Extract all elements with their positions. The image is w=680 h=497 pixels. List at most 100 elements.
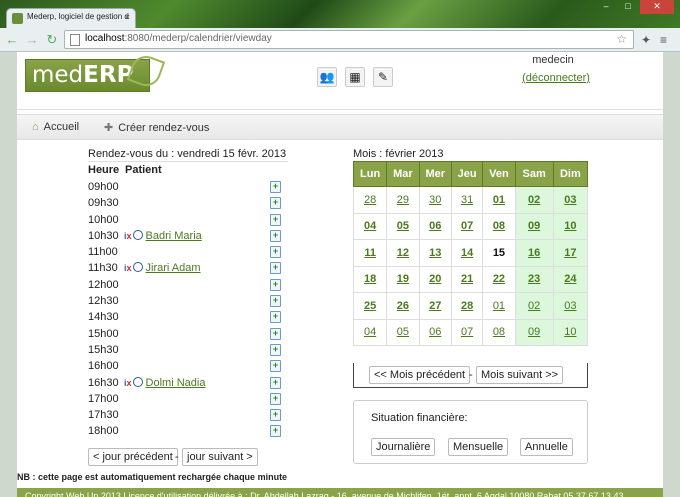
cancel-icon[interactable]: x bbox=[127, 263, 132, 273]
calendar-day-link[interactable]: 29 bbox=[397, 194, 409, 206]
calendar-day-link[interactable]: 12 bbox=[397, 247, 409, 259]
tab-close-icon[interactable]: × bbox=[125, 12, 130, 22]
calendar-day-link[interactable]: 22 bbox=[493, 273, 505, 285]
patient-link[interactable]: Jirari Adam bbox=[146, 262, 201, 274]
calendar-day-link[interactable]: 21 bbox=[461, 273, 473, 285]
yearly-report-button[interactable]: Annuelle bbox=[520, 438, 573, 456]
add-appointment-icon[interactable]: + bbox=[270, 311, 281, 324]
add-appointment-icon[interactable]: + bbox=[270, 295, 281, 308]
calendar-day-link[interactable]: 05 bbox=[397, 326, 409, 338]
calendar-day-link[interactable]: 03 bbox=[564, 300, 576, 312]
calendar-day-link[interactable]: 20 bbox=[429, 273, 441, 285]
patient-link[interactable]: Badri Maria bbox=[146, 230, 202, 242]
calendar-day-link[interactable]: 11 bbox=[364, 247, 376, 259]
calendar-day-link[interactable]: 08 bbox=[493, 220, 505, 232]
calendar-day-link[interactable]: 23 bbox=[528, 273, 540, 285]
add-appointment-icon[interactable]: + bbox=[270, 360, 281, 373]
calendar-day-link[interactable]: 16 bbox=[528, 247, 540, 259]
calendar-day-link[interactable]: 13 bbox=[429, 247, 441, 259]
add-appointment-icon[interactable]: + bbox=[270, 213, 281, 226]
menu-home[interactable]: ⌂ Accueil bbox=[32, 121, 79, 133]
cancel-icon[interactable]: x bbox=[127, 231, 132, 241]
patient-link[interactable]: Dolmi Nadia bbox=[146, 377, 206, 389]
calendar-day-link[interactable]: 04 bbox=[364, 326, 376, 338]
calendar-day-link[interactable]: 28 bbox=[461, 300, 473, 312]
previous-day-button[interactable]: < jour précédent bbox=[88, 448, 178, 466]
calendar-day-link[interactable]: 19 bbox=[397, 273, 409, 285]
forward-icon[interactable]: → bbox=[24, 32, 40, 48]
monthly-report-button[interactable]: Mensuelle bbox=[448, 438, 509, 456]
calendar-day-link[interactable]: 26 bbox=[397, 300, 409, 312]
add-appointment-icon[interactable]: + bbox=[270, 376, 281, 389]
cancel-icon[interactable]: x bbox=[127, 378, 132, 388]
calendar-day-link[interactable]: 06 bbox=[429, 220, 441, 232]
calendar-day-link[interactable]: 31 bbox=[461, 194, 473, 206]
back-icon[interactable]: ← bbox=[4, 32, 20, 48]
calendar-day: 26 bbox=[386, 292, 420, 320]
browser-menu-icon[interactable]: ≡ bbox=[660, 33, 667, 47]
calendar-day-link[interactable]: 28 bbox=[364, 194, 376, 206]
add-appointment-icon[interactable]: + bbox=[270, 262, 281, 275]
calendar-day-link[interactable]: 17 bbox=[564, 247, 576, 259]
add-appointment-icon[interactable]: + bbox=[270, 229, 281, 242]
month-title: Mois : février 2013 bbox=[353, 148, 444, 160]
slot-time: 15h00 bbox=[88, 327, 119, 340]
add-appointment-icon[interactable]: + bbox=[270, 392, 281, 405]
window-close-icon[interactable]: ✕ bbox=[640, 0, 674, 14]
extension-icon[interactable]: ✦ bbox=[641, 33, 651, 47]
add-appointment-icon[interactable]: + bbox=[270, 425, 281, 438]
calendar-day-link[interactable]: 18 bbox=[364, 273, 376, 285]
minimize-icon[interactable]: – bbox=[596, 0, 616, 14]
calendar-day-link[interactable]: 14 bbox=[461, 247, 473, 259]
next-month-button[interactable]: Mois suivant >> bbox=[476, 366, 564, 384]
calendar-day-link[interactable]: 24 bbox=[564, 273, 576, 285]
calendar-day-link[interactable]: 06 bbox=[429, 326, 441, 338]
add-appointment-icon[interactable]: + bbox=[270, 181, 281, 193]
calendar-day: 03 bbox=[552, 292, 589, 320]
footer: Copyright Web Up 2013 Licence d'utilisat… bbox=[17, 488, 663, 497]
calendar-day-link[interactable]: 03 bbox=[564, 194, 576, 206]
add-appointment-icon[interactable]: + bbox=[270, 246, 281, 259]
calendar-day-link[interactable]: 10 bbox=[564, 326, 576, 338]
next-day-button[interactable]: jour suivant > bbox=[182, 448, 258, 466]
maximize-icon[interactable]: □ bbox=[618, 0, 638, 14]
add-appointment-icon[interactable]: + bbox=[270, 409, 281, 422]
calendar-day-link[interactable]: 01 bbox=[493, 194, 505, 206]
calendar-day-link[interactable]: 05 bbox=[397, 220, 409, 232]
tools-icon[interactable]: ✎ bbox=[373, 67, 393, 87]
add-appointment-icon[interactable]: + bbox=[270, 278, 281, 291]
add-appointment-icon[interactable]: + bbox=[270, 343, 281, 356]
calendar-day-link[interactable]: 09 bbox=[528, 220, 540, 232]
calendar-day-link[interactable]: 10 bbox=[564, 220, 576, 232]
time-slot-row: 16h00 + bbox=[88, 358, 288, 374]
weekday-header: Jeu bbox=[450, 161, 484, 187]
calendar-day-link[interactable]: 08 bbox=[493, 326, 505, 338]
calendar-day-link[interactable]: 30 bbox=[429, 194, 441, 206]
add-appointment-icon[interactable]: + bbox=[270, 197, 281, 210]
menu-create-appointment[interactable]: ✚ Créer rendez-vous bbox=[104, 121, 209, 134]
calendar-day-link[interactable]: 25 bbox=[364, 300, 376, 312]
reload-icon[interactable]: ↻ bbox=[44, 32, 60, 48]
patients-icon[interactable]: 👥 bbox=[317, 67, 337, 87]
address-bar[interactable]: localhost:8080/mederp/calendrier/viewday… bbox=[64, 30, 634, 49]
daily-report-button[interactable]: Journalière bbox=[371, 438, 436, 456]
calendar-day-link[interactable]: 27 bbox=[429, 300, 441, 312]
page: medERP 👥 ▦ ✎ medecin (déconnecter) ⌂ Accu… bbox=[17, 51, 663, 497]
calendar-day-link[interactable]: 02 bbox=[528, 194, 540, 206]
calendar-day-link[interactable]: 07 bbox=[461, 326, 473, 338]
calendar-day-link[interactable]: 02 bbox=[528, 300, 540, 312]
bookmark-star-icon[interactable]: ☆ bbox=[616, 32, 627, 46]
calendar-day-link[interactable]: 09 bbox=[528, 326, 540, 338]
calendar-day: 21 bbox=[450, 265, 484, 293]
calendar-nav: << Mois précédent - Mois suivant >> bbox=[353, 363, 588, 388]
calendar-day-link[interactable]: 07 bbox=[461, 220, 473, 232]
previous-month-button[interactable]: << Mois précédent bbox=[369, 366, 471, 384]
calendar-day-link[interactable]: 01 bbox=[493, 300, 505, 312]
add-appointment-icon[interactable]: + bbox=[270, 327, 281, 340]
calendar-icon[interactable]: ▦ bbox=[345, 67, 365, 87]
menu-home-label: Accueil bbox=[43, 121, 80, 133]
time-slot-row: 17h30 + bbox=[88, 407, 288, 423]
calendar-day-link[interactable]: 04 bbox=[364, 220, 376, 232]
logout-link[interactable]: (déconnecter) bbox=[511, 72, 601, 84]
browser-tab[interactable]: Mederp, logiciel de gestion d × bbox=[6, 8, 136, 28]
